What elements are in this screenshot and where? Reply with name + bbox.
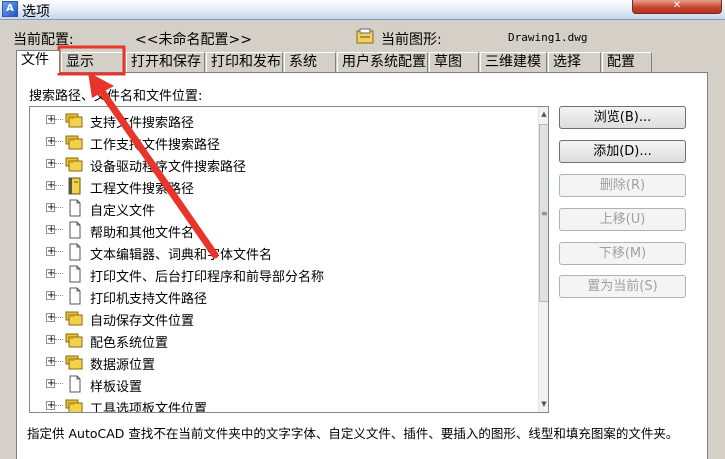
expand-icon[interactable]: +	[46, 115, 55, 125]
tab-files[interactable]: 文件	[16, 50, 60, 73]
tree-item[interactable]: + 样板设置	[30, 373, 538, 395]
tab-display[interactable]: 显示	[61, 52, 125, 72]
files-tab-panel: 搜索路径、文件名和文件位置: + 支持文件搜索路径 + 工作支持文件搜索路径 +…	[16, 72, 708, 459]
expand-icon[interactable]: +	[46, 269, 55, 279]
description-text: 指定供 AutoCAD 查找不在当前文件夹中的文字字体、自定义文件、插件、要插入…	[27, 426, 679, 441]
expand-icon[interactable]: +	[46, 357, 55, 367]
remove-button[interactable]: 删除(R)	[559, 174, 686, 197]
folder-stack-icon	[65, 333, 83, 348]
move-down-button[interactable]: 下移(M)	[559, 242, 686, 265]
expand-icon[interactable]: +	[46, 181, 55, 191]
tree-item[interactable]: + 配色系统位置	[30, 329, 538, 351]
tree-item[interactable]: + 工作支持文件搜索路径	[30, 131, 538, 153]
tab-system[interactable]: 系统	[284, 52, 336, 72]
document-icon	[69, 265, 81, 283]
document-icon	[69, 375, 81, 393]
tree-item[interactable]: + 文本编辑器、词典和字体文件名	[30, 241, 538, 263]
tree-item-label: 打印机支持文件路径	[90, 292, 208, 307]
tree-item[interactable]: + 打印文件、后台打印程序和前导部分名称	[30, 263, 538, 285]
scroll-grip-icon: ≡	[541, 209, 548, 218]
folder-stack-icon	[65, 399, 83, 412]
tree-item[interactable]: + 设备驱动程序文件搜索路径	[30, 153, 538, 175]
tab-3d-modeling[interactable]: 三维建模	[480, 52, 547, 72]
folder-stack-icon	[65, 157, 83, 172]
expand-icon[interactable]: +	[46, 291, 55, 301]
book-icon	[68, 177, 81, 195]
current-drawing-value: Drawing1.dwg	[508, 31, 588, 44]
expand-icon[interactable]: +	[46, 335, 55, 345]
title-bar: A 选项 ✕	[0, 0, 725, 20]
tab-selection[interactable]: 选择	[548, 52, 601, 72]
tab-open-save[interactable]: 打开和保存	[126, 52, 205, 72]
tree-item[interactable]: + 帮助和其他文件名	[30, 219, 538, 241]
tree-item-label: 工作支持文件搜索路径	[90, 138, 221, 153]
tree-vertical-scrollbar[interactable]: ▲ ≡ ▼	[538, 107, 548, 412]
tree-item[interactable]: + 数据源位置	[30, 351, 538, 373]
tab-profiles[interactable]: 配置	[602, 52, 652, 72]
add-button[interactable]: 添加(D)...	[559, 140, 686, 163]
tab-user-preferences[interactable]: 用户系统配置	[337, 52, 428, 72]
folder-stack-icon	[65, 355, 83, 370]
tab-drafting[interactable]: 草图	[429, 52, 479, 72]
tree-item-label: 数据源位置	[90, 358, 156, 373]
tree-item-label: 打印文件、后台打印程序和前导部分名称	[90, 270, 325, 285]
close-button[interactable]: ✕	[632, 0, 722, 14]
tree-item-label: 设备驱动程序文件搜索路径	[90, 160, 247, 175]
expand-icon[interactable]: +	[46, 137, 55, 147]
expand-icon[interactable]: +	[46, 313, 55, 323]
tree-item-label: 工具选项板文件位置	[90, 402, 208, 413]
tree-item-label: 工程文件搜索路径	[90, 182, 195, 197]
tree-item-label: 支持文件搜索路径	[90, 116, 195, 131]
expand-icon[interactable]: +	[46, 379, 55, 389]
current-drawing-label: 当前图形:	[381, 32, 442, 48]
folder-stack-icon	[65, 311, 83, 326]
expand-icon[interactable]: +	[46, 203, 55, 213]
drawing-icon	[356, 28, 374, 44]
tree-item[interactable]: + 自动保存文件位置	[30, 307, 538, 329]
folder-stack-icon	[65, 135, 83, 150]
document-icon	[69, 243, 81, 261]
tree-item[interactable]: + 打印机支持文件路径	[30, 285, 538, 307]
search-paths-tree[interactable]: + 支持文件搜索路径 + 工作支持文件搜索路径 + 设备驱动程序文件搜索路径 +…	[29, 106, 549, 413]
document-icon	[69, 287, 81, 305]
tree-item-label: 文本编辑器、词典和字体文件名	[90, 248, 273, 263]
tree-item[interactable]: + 自定义文件	[30, 197, 538, 219]
set-current-button[interactable]: 置为当前(S)	[559, 275, 686, 298]
move-up-button[interactable]: 上移(U)	[559, 208, 686, 231]
expand-icon[interactable]: +	[46, 401, 55, 411]
scroll-thumb[interactable]: ≡	[539, 124, 548, 302]
current-profile-label: 当前配置:	[13, 32, 74, 48]
document-icon	[69, 221, 81, 239]
autocad-app-icon: A	[2, 1, 18, 17]
tree-item-label: 配色系统位置	[90, 336, 169, 351]
scroll-up-icon[interactable]: ▲	[539, 107, 548, 121]
folder-stack-icon	[65, 113, 83, 128]
tree-item[interactable]: + 支持文件搜索路径	[30, 109, 538, 131]
document-icon	[69, 199, 81, 217]
current-profile-value: <<未命名配置>>	[135, 32, 252, 48]
tab-plot-publish[interactable]: 打印和发布	[206, 52, 283, 72]
tree-item-label: 自定义文件	[90, 204, 156, 219]
expand-icon[interactable]: +	[46, 225, 55, 235]
browse-button[interactable]: 浏览(B)...	[559, 106, 686, 129]
tree-item-label: 样板设置	[90, 380, 143, 395]
search-paths-label: 搜索路径、文件名和文件位置:	[29, 89, 203, 104]
expand-icon[interactable]: +	[46, 247, 55, 257]
expand-icon[interactable]: +	[46, 159, 55, 169]
window-title: 选项	[22, 4, 50, 20]
tree-item[interactable]: + 工具选项板文件位置	[30, 395, 538, 413]
tree-item[interactable]: + 工程文件搜索路径	[30, 175, 538, 197]
scroll-down-icon[interactable]: ▼	[539, 397, 548, 411]
tree-item-label: 帮助和其他文件名	[90, 226, 195, 241]
tree-item-label: 自动保存文件位置	[90, 314, 195, 329]
